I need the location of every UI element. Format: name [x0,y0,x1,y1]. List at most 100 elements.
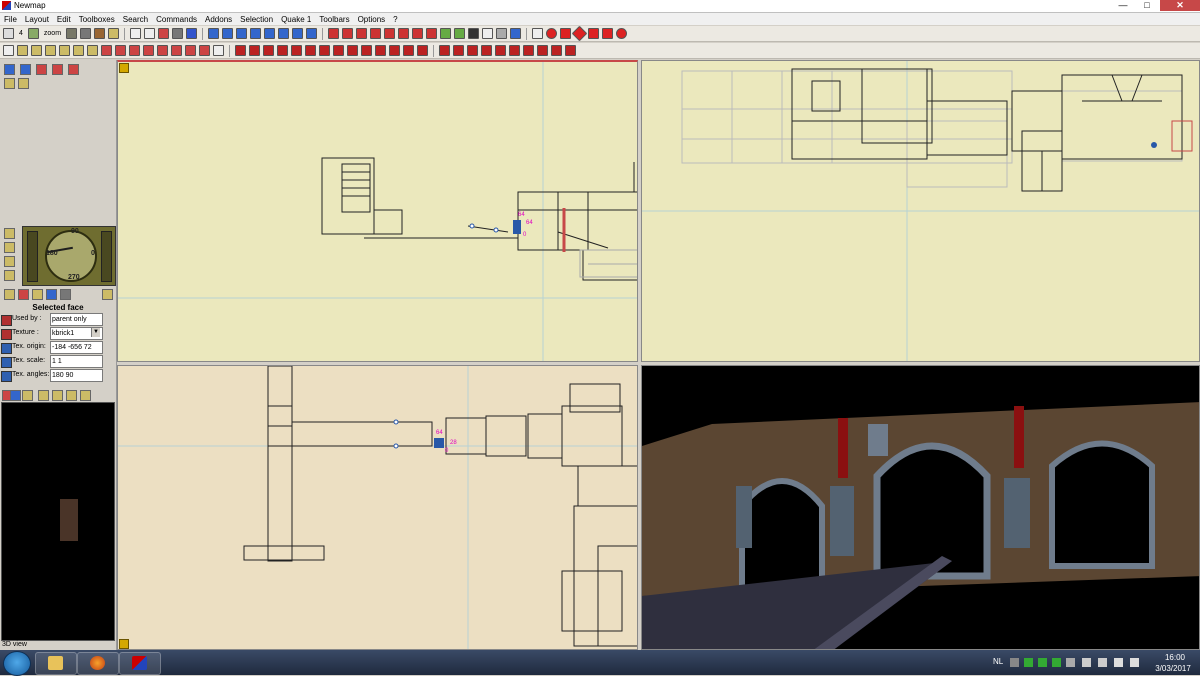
red-cube-icon[interactable] [249,45,260,56]
menu-addons[interactable]: Addons [201,15,236,24]
tool-icon[interactable] [4,228,15,239]
face-icon[interactable] [171,45,182,56]
face-icon[interactable] [101,45,112,56]
move-left-icon[interactable] [236,28,248,39]
light-icon[interactable] [356,28,368,39]
face-icon[interactable] [185,45,196,56]
new-brush-icon[interactable] [18,78,29,89]
face-tool-icon[interactable] [46,289,57,300]
prism-icon[interactable] [588,28,600,39]
volume-icon[interactable] [1130,658,1139,667]
firefox-task[interactable] [77,652,119,675]
language-indicator[interactable]: NL [993,657,1003,666]
face-tool-icon[interactable] [4,289,15,300]
red-cube-icon[interactable] [235,45,246,56]
mirror-icon[interactable] [292,28,304,39]
face-3d-icon[interactable] [60,289,71,300]
texture-tool-icon[interactable] [80,390,91,401]
textured-view-icon[interactable] [94,28,106,39]
select-arrow-icon[interactable] [130,28,142,39]
duplicate-icon[interactable] [144,28,156,39]
menu-selection[interactable]: Selection [236,15,277,24]
tray-display-icon[interactable] [1098,658,1107,667]
face-icon[interactable] [157,45,168,56]
face-tool-icon[interactable] [102,289,113,300]
cube-icon[interactable] [186,28,198,39]
red-cube-icon[interactable] [467,45,478,56]
face-icon[interactable] [129,45,140,56]
zoom-label[interactable]: zoom [42,30,63,37]
binoculars-icon[interactable] [468,28,480,39]
map-view-bottom-left[interactable]: 64 28 0 [117,365,638,650]
red-cube-icon[interactable] [453,45,464,56]
carve-icon[interactable] [440,28,452,39]
texture-browser-icon[interactable] [496,28,508,39]
cut-icon[interactable] [426,28,438,39]
tex-origin-field[interactable]: -184 -656 72 [50,341,103,354]
block-icon[interactable] [73,45,84,56]
cylinder-icon[interactable] [602,28,614,39]
clock-date[interactable]: 3/03/2017 [1148,664,1198,673]
red-cube-icon[interactable] [565,45,576,56]
move-up-icon[interactable] [208,28,220,39]
copy-icon[interactable] [532,28,544,39]
red-cube-icon[interactable] [389,45,400,56]
texture-tool-icon[interactable] [22,390,33,401]
new-entity-icon[interactable] [68,64,79,75]
red-cube-icon[interactable] [481,45,492,56]
brush-icon[interactable] [328,28,340,39]
red-cube-icon[interactable] [361,45,372,56]
move-right-icon[interactable] [250,28,262,39]
map-view-top-left[interactable]: 64 64 0 [117,60,638,362]
used-by-field[interactable]: parent only [50,313,103,326]
menu-quake1[interactable]: Quake 1 [277,15,315,24]
tex-scale-field[interactable]: 1 1 [50,355,103,368]
menu-file[interactable]: File [0,15,21,24]
tray-app-icon[interactable] [1052,658,1061,667]
move-down-icon[interactable] [222,28,234,39]
face-tool-icon[interactable] [32,289,43,300]
undo-icon[interactable] [158,28,170,39]
menu-help[interactable]: ? [389,15,401,24]
texture-tool-icon[interactable] [66,390,77,401]
new-entity-icon[interactable] [20,64,31,75]
lit-view-icon[interactable] [108,28,120,39]
elevation-slider[interactable] [101,231,112,282]
texture-tool-icon[interactable] [38,390,49,401]
menu-search[interactable]: Search [119,15,152,24]
diamond-icon[interactable] [571,25,588,42]
grid-icon[interactable] [3,28,14,39]
red-cube-icon[interactable] [263,45,274,56]
tool-icon[interactable] [4,256,15,267]
network-icon[interactable] [1114,658,1123,667]
rotate-icon[interactable] [264,28,276,39]
texture-tool-icon[interactable] [52,390,63,401]
tool-icon[interactable] [4,270,15,281]
pyramid-icon[interactable] [560,28,572,39]
menu-edit[interactable]: Edit [53,15,75,24]
tray-arrow-icon[interactable] [1010,658,1019,667]
hollow-icon[interactable] [454,28,466,39]
red-cube-icon[interactable] [277,45,288,56]
solid-view-icon[interactable] [80,28,92,39]
clock-time[interactable]: 16:00 [1152,653,1198,662]
entity-icon[interactable] [342,28,354,39]
new-entity-icon[interactable] [36,64,47,75]
block-icon[interactable] [45,45,56,56]
menu-layout[interactable]: Layout [21,15,53,24]
view-compass[interactable]: 90 180 270 0 [22,226,116,286]
close-button[interactable]: ✕ [1160,0,1200,11]
new-entity-icon[interactable] [4,64,15,75]
face-icon[interactable] [143,45,154,56]
red-cube-icon[interactable] [523,45,534,56]
block-icon[interactable] [31,45,42,56]
redo-icon[interactable] [172,28,184,39]
new-entity-icon[interactable] [52,64,63,75]
red-cube-icon[interactable] [537,45,548,56]
document-icon[interactable] [213,45,224,56]
group-icon[interactable] [370,28,382,39]
face-icon[interactable] [199,45,210,56]
red-cube-icon[interactable] [417,45,428,56]
chevron-down-icon[interactable]: ▼ [91,328,100,337]
red-cube-icon[interactable] [291,45,302,56]
